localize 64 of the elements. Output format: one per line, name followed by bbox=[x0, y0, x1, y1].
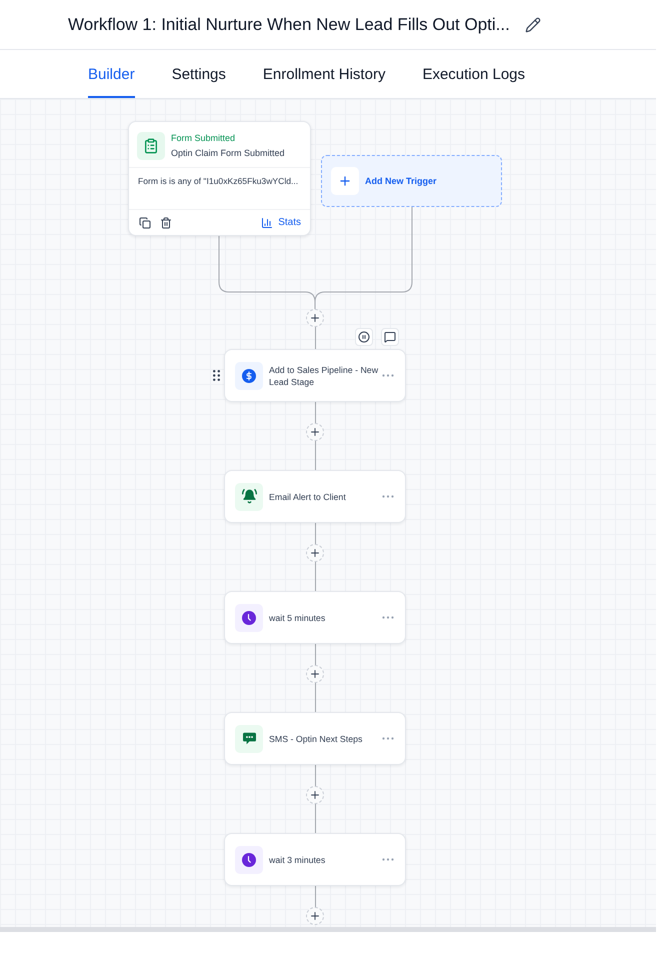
add-step-button[interactable] bbox=[306, 423, 324, 441]
clipboard-icon bbox=[137, 132, 165, 160]
plus-icon bbox=[309, 312, 321, 324]
connector-line bbox=[314, 644, 316, 665]
action-label: wait 5 minutes bbox=[269, 612, 326, 624]
action-node[interactable]: Add to Sales Pipeline - New Lead Stage bbox=[224, 349, 406, 402]
trigger-condition: Form is is any of "I1u0xKz65Fku3wYCld... bbox=[138, 176, 298, 186]
add-step-button[interactable] bbox=[306, 309, 324, 327]
connector-line bbox=[314, 804, 316, 833]
more-options-icon[interactable] bbox=[382, 737, 394, 740]
plus-icon bbox=[309, 426, 321, 438]
add-step-button[interactable] bbox=[306, 544, 324, 562]
stats-button[interactable]: Stats bbox=[261, 216, 301, 228]
more-options-icon[interactable] bbox=[382, 616, 394, 619]
workflow-title: Workflow 1: Initial Nurture When New Lead Fills Out Opti... bbox=[68, 14, 510, 34]
action-label: Add to Sales Pipeline - New Lead Stage bbox=[269, 364, 380, 388]
connector-line bbox=[314, 327, 316, 349]
more-options-icon[interactable] bbox=[382, 374, 394, 377]
connector-line bbox=[314, 765, 316, 786]
chat-bubble-icon bbox=[235, 724, 263, 752]
trigger-title: Form Submitted bbox=[171, 133, 236, 143]
trigger-subtitle: Optin Claim Form Submitted bbox=[171, 148, 285, 158]
add-step-button[interactable] bbox=[306, 907, 324, 925]
copy-icon[interactable] bbox=[139, 216, 151, 228]
plus-icon bbox=[331, 167, 359, 195]
pause-button[interactable] bbox=[355, 328, 373, 346]
action-node[interactable]: wait 3 minutes bbox=[224, 833, 406, 886]
dollar-icon bbox=[235, 362, 263, 390]
pause-icon bbox=[358, 331, 370, 343]
comment-button[interactable] bbox=[381, 328, 399, 346]
plus-icon bbox=[309, 789, 321, 801]
more-options-icon[interactable] bbox=[382, 858, 394, 861]
more-options-icon[interactable] bbox=[382, 495, 394, 498]
action-node[interactable]: Email Alert to Client bbox=[224, 470, 406, 523]
clock-icon bbox=[235, 846, 263, 874]
action-node[interactable]: wait 5 minutes bbox=[224, 591, 406, 644]
tab[interactable]: Execution Logs bbox=[422, 50, 526, 98]
add-trigger-button[interactable]: Add New Trigger bbox=[321, 155, 502, 207]
connector-line bbox=[314, 562, 316, 591]
connector-line bbox=[314, 523, 316, 544]
action-label: SMS - Optin Next Steps bbox=[269, 732, 364, 744]
connector-line bbox=[314, 402, 316, 423]
trash-icon[interactable] bbox=[160, 216, 172, 228]
add-step-button[interactable] bbox=[306, 665, 324, 683]
trigger-card[interactable]: Form Submitted Optin Claim Form Submitted Form is is any of "I1u0xKz65Fku3wYCld... Stats bbox=[128, 121, 311, 236]
add-step-button[interactable] bbox=[306, 786, 324, 804]
action-label: Email Alert to Client bbox=[269, 490, 347, 502]
comment-icon bbox=[384, 331, 396, 343]
edit-title-button[interactable] bbox=[524, 16, 541, 32]
pencil-icon bbox=[524, 16, 541, 32]
plus-icon bbox=[309, 668, 321, 680]
clock-icon bbox=[235, 604, 263, 632]
plus-icon bbox=[309, 547, 321, 559]
drag-handle-icon[interactable] bbox=[213, 370, 220, 381]
tab[interactable]: Enrollment History bbox=[262, 50, 386, 98]
action-node[interactable]: SMS - Optin Next Steps bbox=[224, 712, 406, 765]
plus-icon bbox=[309, 910, 321, 922]
tab[interactable]: Settings bbox=[172, 50, 226, 98]
connector-line bbox=[314, 683, 316, 712]
bell-icon bbox=[235, 482, 263, 510]
action-label: wait 3 minutes bbox=[269, 854, 326, 866]
connector-line bbox=[314, 886, 316, 907]
bar-chart-icon bbox=[261, 216, 274, 228]
connector-line bbox=[314, 441, 316, 470]
